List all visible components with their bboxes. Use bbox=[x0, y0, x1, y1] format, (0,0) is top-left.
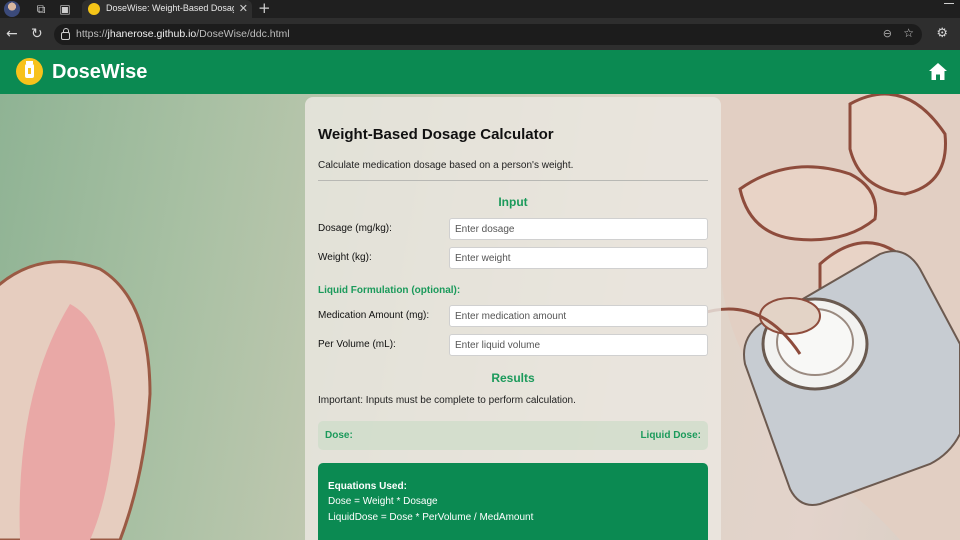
dosewise-logo-icon[interactable] bbox=[16, 58, 43, 85]
weight-input[interactable] bbox=[449, 247, 708, 269]
browser-toolbar: ← ↻ https://jhanerose.github.io/DoseWise… bbox=[0, 18, 960, 50]
favorite-star-icon[interactable]: ☆ bbox=[903, 26, 914, 40]
equations-heading: Equations Used: bbox=[328, 481, 407, 492]
calculator-title: Weight-Based Dosage Calculator bbox=[318, 126, 554, 143]
results-heading: Results bbox=[491, 371, 535, 385]
weight-label: Weight (kg): bbox=[318, 252, 372, 263]
calculator-card: Weight-Based Dosage Calculator Calculate… bbox=[305, 97, 721, 540]
browser-tab-bar: ⧉ ▣ DoseWise: Weight-Based Dosage ✕ + bbox=[0, 0, 960, 18]
address-url: https://jhanerose.github.io/DoseWise/ddc… bbox=[76, 28, 290, 40]
profile-avatar[interactable] bbox=[4, 1, 20, 17]
workspaces-icon[interactable]: ⧉ bbox=[34, 2, 48, 16]
app-header: DoseWise bbox=[0, 50, 960, 94]
lock-icon bbox=[61, 28, 70, 40]
tab-title: DoseWise: Weight-Based Dosage bbox=[106, 3, 234, 13]
new-tab-icon[interactable]: + bbox=[258, 0, 271, 16]
liquid-formulation-heading: Liquid Formulation (optional): bbox=[318, 285, 461, 296]
browser-tab-active[interactable]: DoseWise: Weight-Based Dosage ✕ bbox=[82, 0, 252, 18]
extensions-icon[interactable]: ⚙ bbox=[936, 26, 948, 41]
dose-result: Dose: bbox=[325, 430, 353, 441]
dosage-label: Dosage (mg/kg): bbox=[318, 223, 392, 234]
equation-dose: Dose = Weight * Dosage bbox=[328, 496, 438, 507]
back-icon[interactable]: ← bbox=[6, 26, 18, 42]
address-bar[interactable]: https://jhanerose.github.io/DoseWise/ddc… bbox=[54, 24, 922, 45]
refresh-icon[interactable]: ↻ bbox=[31, 26, 43, 42]
divider bbox=[318, 180, 708, 181]
med-amount-label: Medication Amount (mg): bbox=[318, 310, 430, 321]
minimize-icon[interactable] bbox=[944, 3, 954, 4]
per-volume-input[interactable] bbox=[449, 334, 708, 356]
equations-box: Equations Used: Dose = Weight * Dosage L… bbox=[318, 463, 708, 540]
equation-liquid-dose: LiquidDose = Dose * PerVolume / MedAmoun… bbox=[328, 512, 534, 523]
med-amount-input[interactable] bbox=[449, 305, 708, 327]
brand-name[interactable]: DoseWise bbox=[52, 61, 147, 84]
tab-actions-icon[interactable]: ▣ bbox=[58, 2, 72, 16]
per-volume-label: Per Volume (mL): bbox=[318, 339, 396, 350]
input-heading: Input bbox=[498, 195, 528, 209]
results-bar: Dose: Liquid Dose: bbox=[318, 421, 708, 450]
home-icon[interactable] bbox=[928, 62, 948, 82]
close-tab-icon[interactable]: ✕ bbox=[239, 2, 248, 15]
important-note: Important: Inputs must be complete to pe… bbox=[318, 395, 576, 406]
liquid-dose-result: Liquid Dose: bbox=[640, 430, 701, 441]
calculator-subtitle: Calculate medication dosage based on a p… bbox=[318, 160, 574, 171]
zoom-icon[interactable]: ⊖ bbox=[883, 27, 892, 40]
favicon-icon bbox=[88, 3, 100, 15]
dosage-input[interactable] bbox=[449, 218, 708, 240]
